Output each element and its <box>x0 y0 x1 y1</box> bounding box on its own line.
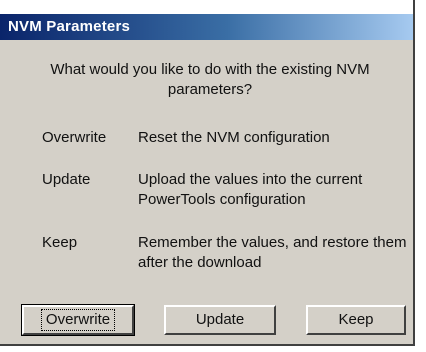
overwrite-button[interactable]: Overwrite <box>21 304 135 336</box>
question-text: What would you like to do with the exist… <box>50 61 370 98</box>
option-overwrite-name: Overwrite <box>42 129 107 146</box>
option-keep-description: Remember the values, and restore them af… <box>138 234 407 271</box>
option-overwrite-description: Reset the NVM configuration <box>138 129 330 146</box>
option-update-name: Update <box>42 171 91 188</box>
window-top-edge <box>0 0 413 14</box>
option-keep-name: Keep <box>42 234 78 251</box>
overwrite-button-label: Overwrite <box>40 309 116 331</box>
update-button-label: Update <box>195 311 245 328</box>
nvm-parameters-dialog: NVM Parameters What would you like to do… <box>0 0 415 346</box>
update-button[interactable]: Update <box>164 305 276 335</box>
title-bar[interactable]: NVM Parameters <box>0 14 413 40</box>
keep-button-label: Keep <box>338 311 374 328</box>
dialog-title: NVM Parameters <box>8 18 131 35</box>
keep-button[interactable]: Keep <box>306 305 406 335</box>
option-update-description: Upload the values into the current Power… <box>138 171 363 208</box>
